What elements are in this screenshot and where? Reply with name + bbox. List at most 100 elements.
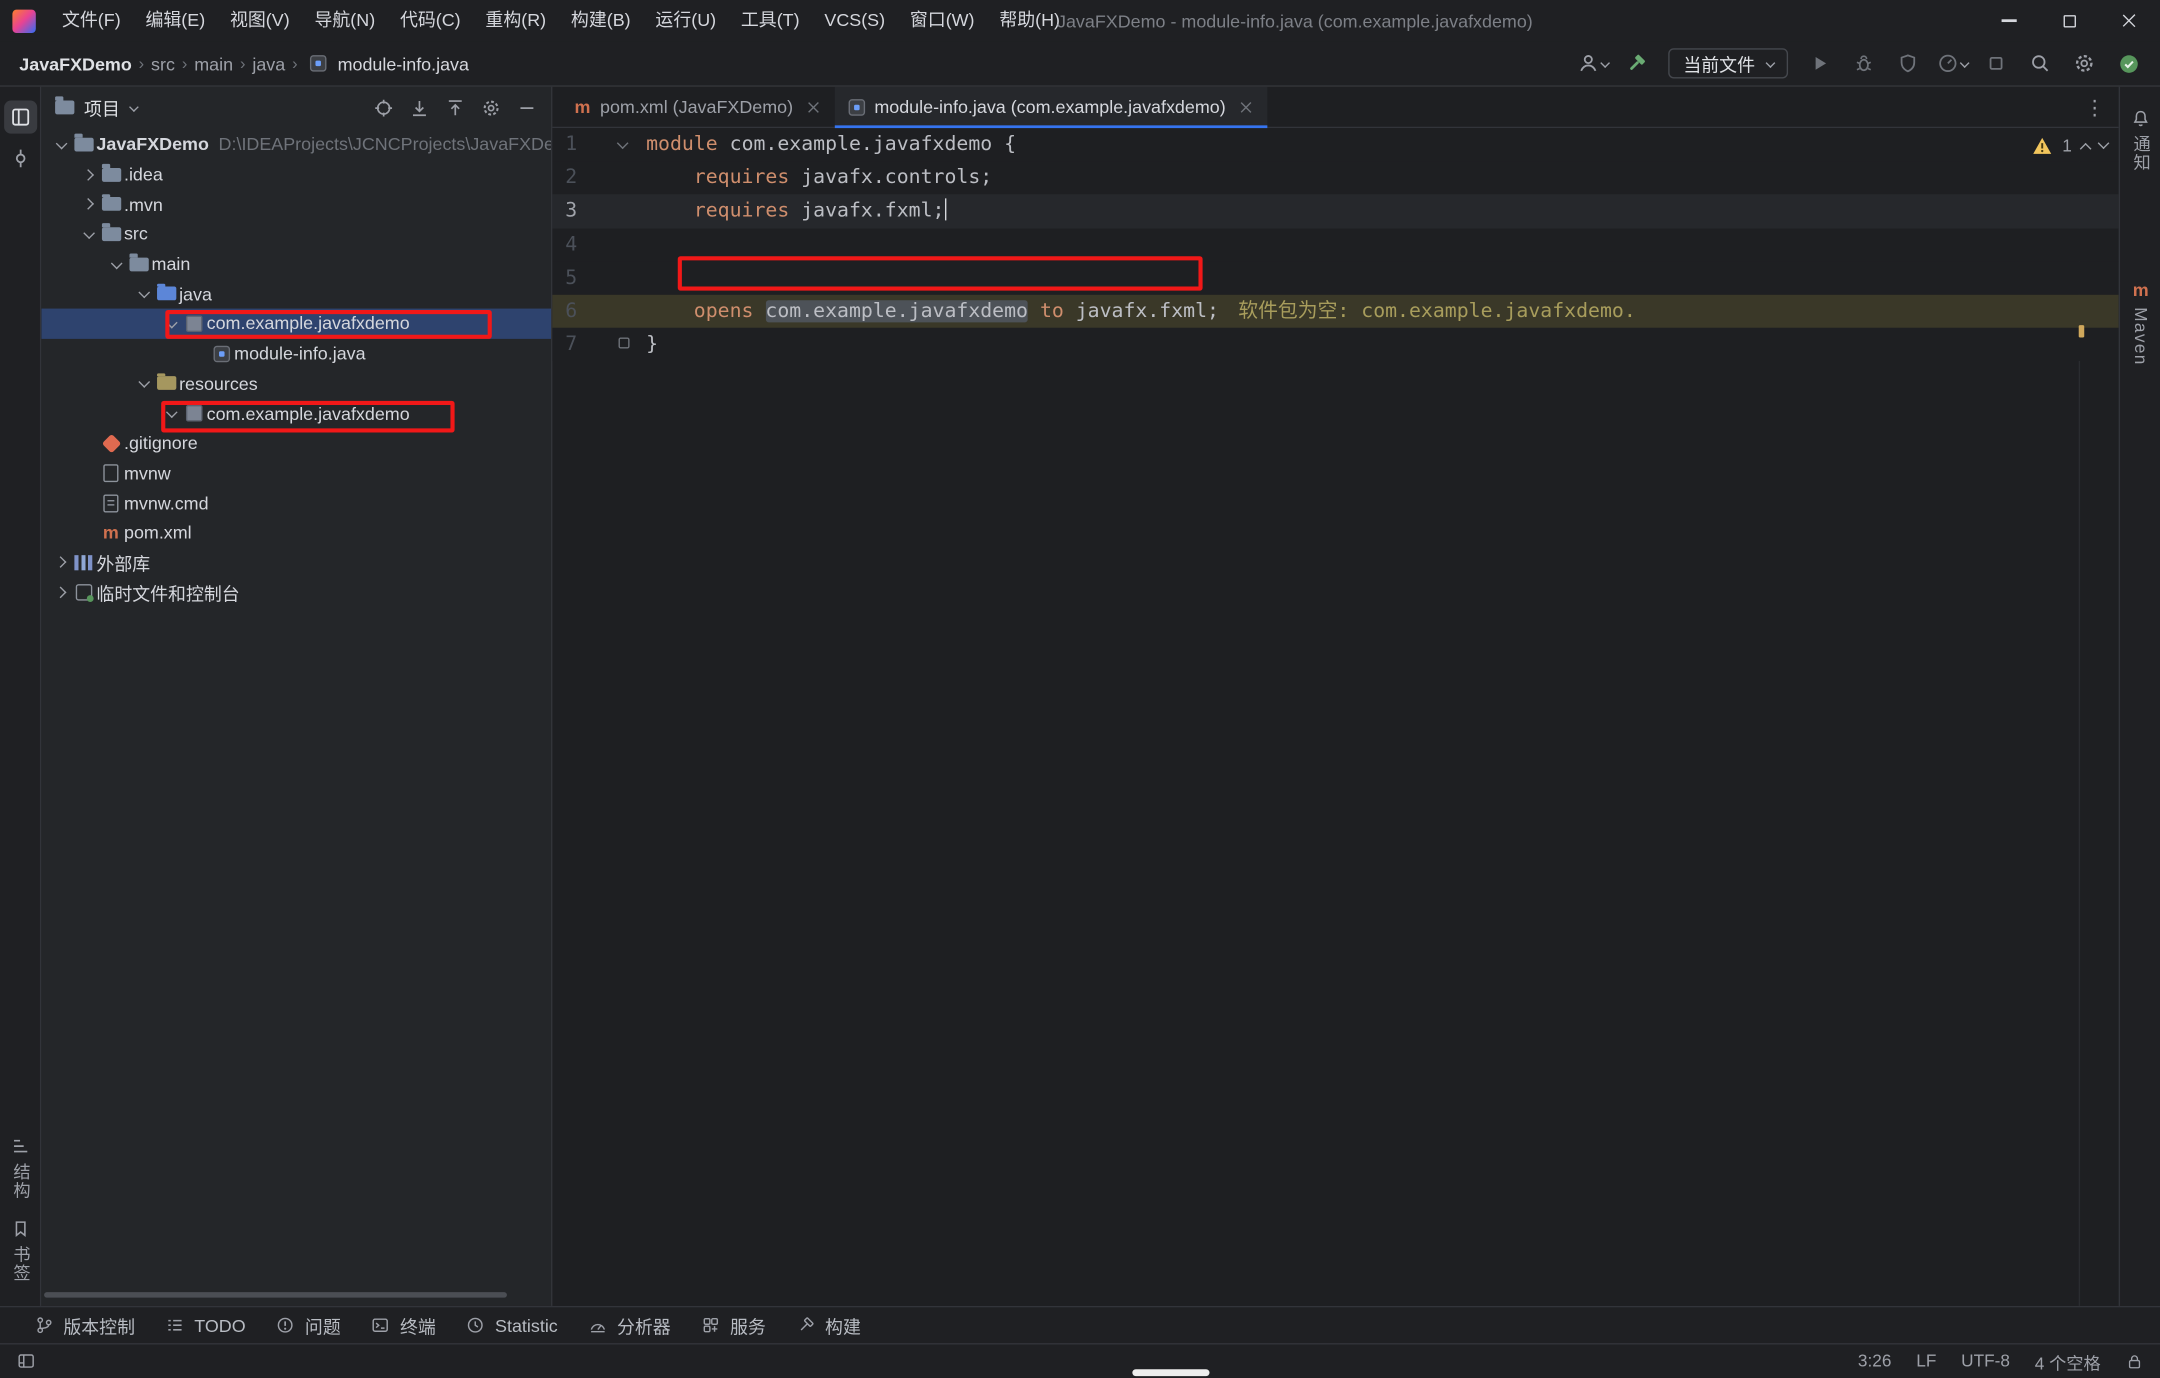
tree-caret-icon[interactable] — [50, 559, 71, 567]
tree-caret-icon[interactable] — [50, 588, 71, 596]
tree-item-3[interactable]: src — [41, 219, 551, 249]
close-button[interactable] — [2099, 0, 2160, 41]
tree-item-1[interactable]: .idea — [41, 159, 551, 189]
breadcrumb-item-3[interactable]: java — [247, 53, 291, 74]
editor-tab-0[interactable]: pom.xml (JavaFXDemo) — [561, 86, 835, 127]
menu-item-3[interactable]: 导航(N) — [302, 0, 387, 41]
tree-caret-icon[interactable] — [160, 409, 181, 417]
project-panel-title[interactable]: 项目 — [84, 94, 120, 120]
line-number[interactable]: 4 — [552, 228, 577, 261]
warning-stripe-mark[interactable] — [2079, 325, 2085, 337]
line-number[interactable]: 6 — [552, 295, 577, 328]
minimize-button[interactable] — [1978, 0, 2039, 41]
tree-caret-icon[interactable] — [77, 230, 98, 238]
fold-icon[interactable] — [619, 338, 630, 349]
inspections-widget[interactable]: 1 — [2032, 136, 2108, 155]
terminal-button[interactable]: 终端 — [356, 1307, 451, 1343]
tree-item-11[interactable]: mvnw — [41, 458, 551, 488]
tree-item-6[interactable]: com.example.javafxdemo — [41, 309, 551, 339]
tree-caret-icon[interactable] — [132, 379, 153, 387]
version-control-button[interactable]: 版本控制 — [19, 1307, 150, 1343]
chevron-down-icon[interactable] — [129, 102, 139, 112]
code-line-1[interactable]: 1module com.example.javafxdemo { — [552, 128, 2118, 161]
coverage-button[interactable] — [1890, 47, 1926, 80]
tree-item-2[interactable]: .mvn — [41, 189, 551, 219]
maximize-button[interactable] — [2039, 0, 2100, 41]
build-project-button[interactable] — [1619, 47, 1655, 80]
settings-button[interactable] — [2066, 47, 2102, 80]
options-gear-icon[interactable] — [481, 97, 502, 118]
profiler-button[interactable] — [1934, 47, 1970, 80]
collapse-all-icon[interactable] — [445, 97, 466, 118]
line-number[interactable]: 7 — [552, 328, 577, 361]
tree-item-4[interactable]: main — [41, 249, 551, 279]
menu-item-10[interactable]: 窗口(W) — [897, 0, 986, 41]
code-line-6[interactable]: 6 opens com.example.javafxdemo to javafx… — [552, 295, 2118, 328]
breadcrumb-item-4[interactable]: module-info.java — [299, 53, 474, 74]
next-problem-icon[interactable] — [2098, 137, 2110, 149]
tree-item-15[interactable]: 临时文件和控制台 — [41, 578, 551, 608]
stop-button[interactable] — [1978, 47, 2014, 80]
tree-caret-icon[interactable] — [77, 200, 98, 208]
tree-item-14[interactable]: 外部库 — [41, 548, 551, 578]
tree-caret-icon[interactable] — [105, 260, 126, 268]
services-button[interactable]: 服务 — [686, 1307, 781, 1343]
menu-item-11[interactable]: 帮助(H) — [987, 0, 1072, 41]
code-line-5[interactable]: 5 — [552, 261, 2118, 294]
code-line-2[interactable]: 2 requires javafx.controls; — [552, 161, 2118, 194]
code-line-4[interactable]: 4 — [552, 228, 2118, 261]
breadcrumb-item-0[interactable]: JavaFXDemo — [14, 53, 138, 74]
code-line-7[interactable]: 7} — [552, 328, 2118, 361]
menu-item-7[interactable]: 运行(U) — [643, 0, 728, 41]
line-number[interactable]: 1 — [552, 128, 577, 161]
line-separator-widget[interactable]: LF — [1916, 1351, 1936, 1370]
tree-caret-icon[interactable] — [132, 290, 153, 298]
breadcrumb-item-2[interactable]: main — [189, 53, 239, 74]
layout-icon[interactable] — [17, 1351, 36, 1370]
run-button[interactable] — [1802, 47, 1838, 80]
problems-button[interactable]: 问题 — [261, 1307, 356, 1343]
tree-item-10[interactable]: .gitignore — [41, 428, 551, 458]
hide-panel-icon[interactable] — [517, 97, 538, 118]
commit-toolwindow-button[interactable] — [4, 142, 37, 175]
line-number[interactable]: 3 — [552, 195, 577, 228]
tree-item-12[interactable]: mvnw.cmd — [41, 488, 551, 518]
line-number[interactable]: 2 — [552, 161, 577, 194]
code-line-3[interactable]: 3 requires javafx.fxml; — [552, 195, 2118, 228]
menu-item-2[interactable]: 视图(V) — [218, 0, 303, 41]
bookmarks-toolwindow-button[interactable]: 书签 — [0, 1219, 41, 1282]
menu-item-4[interactable]: 代码(C) — [388, 0, 473, 41]
profile-button[interactable] — [1575, 47, 1611, 80]
indent-widget[interactable]: 4 个空格 — [2035, 1348, 2101, 1374]
horizontal-scrollbar[interactable] — [44, 1292, 507, 1298]
editor-body[interactable]: 1module com.example.javafxdemo {2 requir… — [552, 128, 2118, 1306]
menu-item-8[interactable]: 工具(T) — [728, 0, 811, 41]
structure-toolwindow-button[interactable]: 结构 — [0, 1136, 41, 1199]
lock-icon[interactable] — [2126, 1352, 2144, 1370]
menu-item-5[interactable]: 重构(R) — [473, 0, 558, 41]
debug-button[interactable] — [1846, 47, 1882, 80]
previous-problem-icon[interactable] — [2080, 143, 2092, 155]
encoding-widget[interactable]: UTF-8 — [1961, 1351, 2010, 1370]
tree-caret-icon[interactable] — [77, 170, 98, 178]
tree-item-13[interactable]: pom.xml — [41, 518, 551, 548]
build-toolwindow-button[interactable]: 构建 — [781, 1307, 876, 1343]
menu-item-1[interactable]: 编辑(E) — [133, 0, 218, 41]
menu-item-6[interactable]: 构建(B) — [559, 0, 644, 41]
menu-item-0[interactable]: 文件(F) — [50, 0, 133, 41]
profiler-tool-button[interactable]: 分析器 — [573, 1307, 686, 1343]
run-configuration-select[interactable]: 当前文件 — [1668, 48, 1788, 78]
tree-item-5[interactable]: java — [41, 279, 551, 309]
editor-tab-1[interactable]: module-info.java (com.example.javafxdemo… — [834, 86, 1267, 127]
tree-item-7[interactable]: module-info.java — [41, 339, 551, 369]
code-area[interactable]: 1module com.example.javafxdemo {2 requir… — [552, 128, 2118, 361]
assistant-plugin-button[interactable] — [2110, 47, 2146, 80]
tab-close-icon[interactable] — [807, 100, 821, 114]
search-everywhere-button[interactable] — [2022, 47, 2058, 80]
line-number[interactable]: 5 — [552, 261, 577, 294]
menu-item-9[interactable]: VCS(S) — [812, 0, 897, 41]
locate-file-icon[interactable] — [373, 97, 394, 118]
caret-position-widget[interactable]: 3:26 — [1858, 1351, 1892, 1370]
project-toolwindow-button[interactable] — [4, 101, 37, 134]
tab-options-icon[interactable] — [2084, 94, 2105, 119]
